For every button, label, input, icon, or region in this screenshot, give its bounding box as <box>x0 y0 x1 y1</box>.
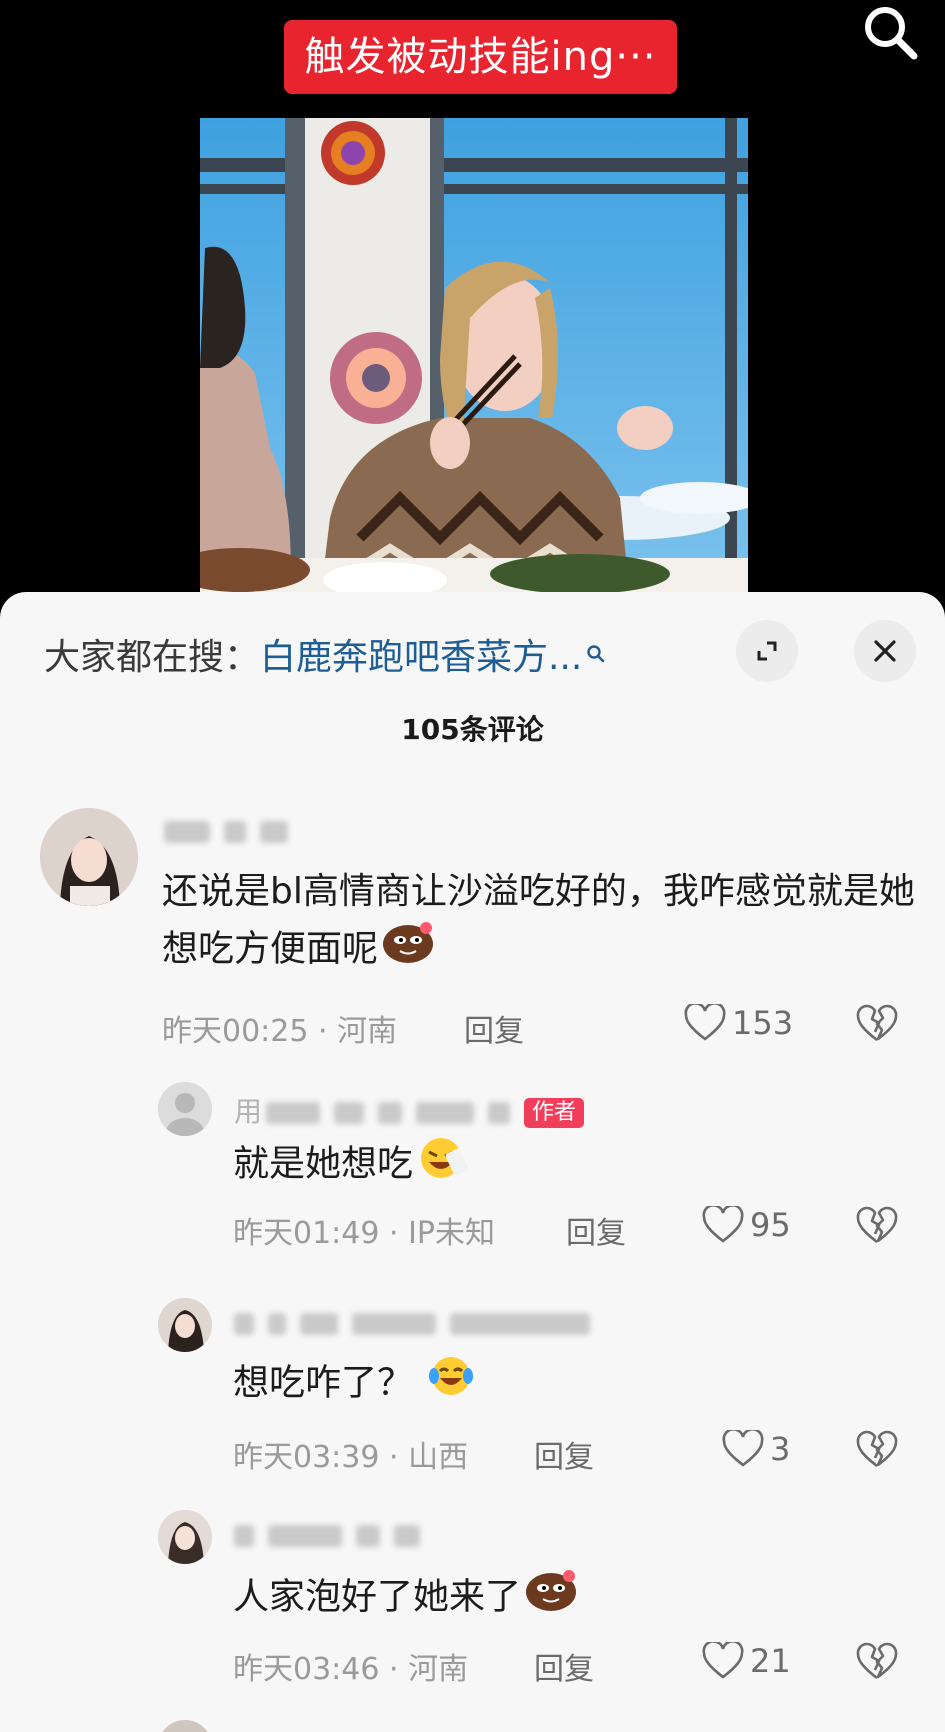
dislike-button[interactable] <box>856 1206 898 1250</box>
default-avatar[interactable] <box>158 1082 212 1136</box>
like-count: 21 <box>750 1642 791 1680</box>
comment-meta: 昨天01:49 · IP未知 <box>233 1216 496 1251</box>
comment-time: 昨天03:39 <box>233 1440 380 1475</box>
search-icon <box>865 7 918 60</box>
dislike-button[interactable] <box>856 1004 898 1048</box>
like-count: 3 <box>770 1430 791 1468</box>
video-still-image <box>200 118 748 600</box>
search-suggestion-prefix: 大家都在搜： <box>44 637 261 678</box>
avatar[interactable] <box>40 808 138 906</box>
comment-time: 昨天01:49 <box>233 1216 380 1251</box>
like-button[interactable]: 21 <box>702 1642 791 1680</box>
crying-laughing-emoji-icon <box>427 1354 475 1415</box>
video-player[interactable]: 触发被动技能ing··· <box>0 0 945 600</box>
reply-button[interactable]: 回复 <box>534 1644 594 1688</box>
next-comment-avatar[interactable] <box>158 1720 212 1732</box>
laughing-emoji-icon <box>415 1134 469 1197</box>
comment-time: 昨天00:25 <box>162 1014 309 1049</box>
like-button[interactable]: 3 <box>722 1430 790 1468</box>
heart-icon <box>702 1206 744 1243</box>
avatar[interactable] <box>158 1510 212 1564</box>
like-count: 153 <box>732 1004 794 1042</box>
comment-location: 河南 <box>408 1652 469 1687</box>
expand-button[interactable] <box>736 620 798 682</box>
broken-heart-icon <box>856 1004 898 1042</box>
close-button[interactable] <box>854 620 916 682</box>
reply-button[interactable]: 回复 <box>464 1006 524 1050</box>
user-silhouette-icon <box>158 1082 212 1136</box>
search-button[interactable] <box>856 0 926 66</box>
search-suggestion-query[interactable]: 白鹿奔跑吧香菜方... <box>260 637 582 678</box>
search-suggestion[interactable]: 大家都在搜：白鹿奔跑吧香菜方... <box>44 628 606 680</box>
heart-icon <box>684 1004 726 1041</box>
broken-heart-icon <box>856 1206 898 1244</box>
small-search-icon <box>586 632 606 673</box>
video-caption-banner: 触发被动技能ing··· <box>284 20 677 94</box>
heart-icon <box>702 1642 744 1679</box>
reply-button[interactable]: 回复 <box>566 1208 626 1252</box>
heart-icon <box>722 1430 764 1467</box>
expand-icon <box>757 641 777 661</box>
comment-sheet: 大家都在搜：白鹿奔跑吧香菜方... 105条评论 还说是bl高情商让沙溢吃好的，… <box>0 592 945 1732</box>
comment-text: 还说是bl高情商让沙溢吃好的，我咋感觉就是她想吃方便面呢 <box>162 864 922 981</box>
reply-item: 想吃咋了？ 昨天03:39 · 山西 回复 3 <box>0 1298 945 1498</box>
comment-location: 山西 <box>408 1440 469 1475</box>
username-blurred[interactable] <box>234 1306 604 1342</box>
like-button[interactable]: 153 <box>684 1004 793 1042</box>
smug-emoji-icon <box>380 920 436 981</box>
comment-location: 河南 <box>337 1014 398 1049</box>
reply-button[interactable]: 回复 <box>534 1432 594 1476</box>
comment-meta: 昨天03:39 · 山西 <box>233 1440 469 1475</box>
smug-emoji-icon <box>523 1568 579 1629</box>
close-icon <box>874 640 896 662</box>
author-badge: 作者 <box>524 1098 585 1128</box>
comment-text: 人家泡好了她来了 <box>233 1568 913 1629</box>
broken-heart-icon <box>856 1430 898 1468</box>
username-blurred[interactable] <box>164 814 302 850</box>
broken-heart-icon <box>856 1642 898 1680</box>
comment-count: 105条评论 <box>401 713 544 746</box>
reply-item: 人家泡好了她来了 昨天03:46 · 河南 回复 21 <box>0 1510 945 1720</box>
reply-item: 用作者 就是她想吃 昨天01:49 · IP未知 回复 95 <box>0 1082 945 1292</box>
like-button[interactable]: 95 <box>702 1206 791 1244</box>
avatar[interactable] <box>158 1298 212 1352</box>
comment-text: 就是她想吃 <box>233 1134 913 1197</box>
comment-meta: 昨天00:25 · 河南 <box>162 1014 398 1049</box>
comment-text: 想吃咋了？ <box>233 1354 913 1415</box>
username-blurred[interactable] <box>234 1518 434 1554</box>
comment-meta: 昨天03:46 · 河南 <box>233 1652 469 1687</box>
dislike-button[interactable] <box>856 1430 898 1474</box>
comment-item: 还说是bl高情商让沙溢吃好的，我咋感觉就是她想吃方便面呢 昨天00:25 · 河… <box>0 800 945 1080</box>
video-frame <box>200 118 748 600</box>
dislike-button[interactable] <box>856 1642 898 1686</box>
comment-location: IP未知 <box>408 1216 496 1251</box>
comment-time: 昨天03:46 <box>233 1652 380 1687</box>
like-count: 95 <box>750 1206 791 1244</box>
username-blurred[interactable]: 用作者 <box>234 1090 585 1128</box>
